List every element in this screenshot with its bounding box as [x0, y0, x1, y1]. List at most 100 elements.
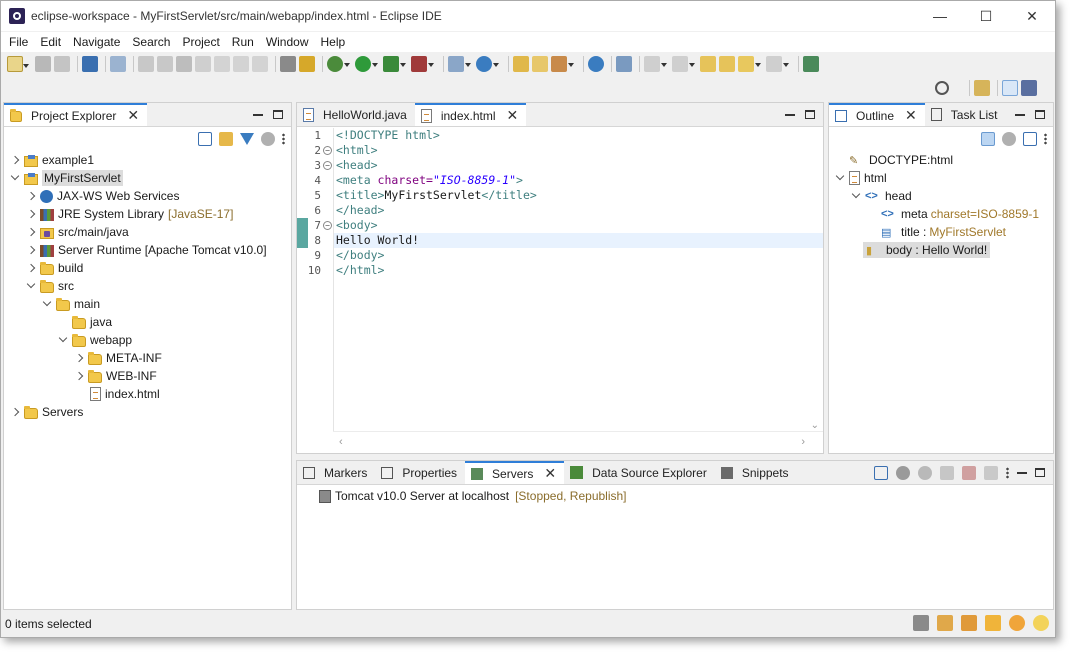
- view-menu-icon[interactable]: [1044, 133, 1047, 145]
- tab-task-list[interactable]: Task List: [925, 103, 1006, 126]
- minimize-button[interactable]: —: [917, 1, 963, 31]
- back-icon[interactable]: [719, 56, 735, 72]
- tree-item-web-inf[interactable]: WEB-INF: [4, 367, 291, 385]
- menu-help[interactable]: Help: [315, 35, 352, 49]
- outline-item-head[interactable]: <> head: [829, 187, 1053, 205]
- tree-item-myfirstservlet[interactable]: MyFirstServlet: [4, 169, 291, 187]
- maximize-button[interactable]: ☐: [963, 1, 1009, 31]
- menu-run[interactable]: Run: [226, 35, 260, 49]
- chevron-right-icon[interactable]: [10, 155, 20, 165]
- stop-server-icon[interactable]: [962, 465, 976, 480]
- collapse-all-icon[interactable]: [874, 465, 888, 480]
- new-java-project-icon[interactable]: [448, 56, 471, 72]
- code-line[interactable]: </html>: [334, 263, 823, 278]
- sync-icon[interactable]: [913, 615, 929, 631]
- lightbulb-icon[interactable]: [1033, 615, 1049, 631]
- minimize-view-button[interactable]: [785, 113, 795, 116]
- tree-item-server-runtime[interactable]: Server Runtime [Apache Tomcat v10.0]: [4, 241, 291, 259]
- menu-window[interactable]: Window: [260, 35, 315, 49]
- tree-item-jaxws[interactable]: JAX-WS Web Services: [4, 187, 291, 205]
- book-icon[interactable]: [937, 615, 953, 631]
- tab-servers[interactable]: Servers ✕: [465, 461, 565, 484]
- external-tools-icon[interactable]: [411, 56, 434, 72]
- java-perspective-icon[interactable]: [1021, 80, 1037, 96]
- tab-data-source-explorer[interactable]: Data Source Explorer: [564, 461, 715, 484]
- collapse-all-icon[interactable]: [1023, 132, 1037, 146]
- search-icon[interactable]: [935, 81, 949, 95]
- chevron-right-icon[interactable]: [26, 227, 36, 237]
- minimize-view-button[interactable]: [1017, 471, 1027, 474]
- horizontal-scrollbar[interactable]: ‹ › ⌄: [333, 420, 823, 453]
- run-icon[interactable]: [355, 56, 378, 72]
- code-line[interactable]: <html>: [334, 143, 823, 158]
- next-annotation-icon[interactable]: [644, 56, 667, 72]
- back-history-icon[interactable]: [738, 56, 761, 72]
- chevron-down-icon[interactable]: [835, 173, 845, 183]
- fold-icon[interactable]: −: [323, 161, 332, 170]
- resume-icon[interactable]: [138, 56, 154, 72]
- fold-icon[interactable]: −: [323, 221, 332, 230]
- tab-properties[interactable]: Properties: [375, 461, 465, 484]
- chevron-down-icon[interactable]: [851, 191, 861, 201]
- chevron-right-icon[interactable]: [26, 191, 36, 201]
- server-row-tomcat[interactable]: Tomcat v10.0 Server at localhost [Stoppe…: [297, 487, 1053, 505]
- outline-item-title[interactable]: ▤ title : MyFirstServlet: [829, 223, 1053, 241]
- scroll-left-icon[interactable]: ‹: [339, 436, 343, 448]
- tree-item-servers[interactable]: Servers: [4, 403, 291, 421]
- tab-markers[interactable]: Markers: [297, 461, 375, 484]
- tree-item-src[interactable]: src: [4, 277, 291, 295]
- link-with-editor-icon[interactable]: [219, 132, 233, 146]
- menu-project[interactable]: Project: [176, 35, 225, 49]
- graduation-cap-icon[interactable]: [961, 615, 977, 631]
- browser-icon[interactable]: [588, 56, 604, 72]
- debug-server-icon[interactable]: [896, 465, 910, 480]
- tree-item-webapp[interactable]: webapp: [4, 331, 291, 349]
- fold-icon[interactable]: −: [323, 146, 332, 155]
- tree-item-java[interactable]: java: [4, 313, 291, 331]
- last-edit-location-icon[interactable]: [700, 56, 716, 72]
- close-button[interactable]: ✕: [1009, 1, 1055, 31]
- debug-icon[interactable]: [327, 56, 350, 72]
- tab-index-html[interactable]: index.html ✕: [414, 103, 527, 126]
- new-class-icon[interactable]: [476, 56, 499, 72]
- tree-item-main[interactable]: main: [4, 295, 291, 313]
- outline-item-meta[interactable]: <> meta charset=ISO-8859-1: [829, 205, 1053, 223]
- filter-icon[interactable]: [240, 133, 254, 145]
- open-type-icon[interactable]: [513, 56, 529, 72]
- maximize-view-button[interactable]: [1035, 468, 1045, 477]
- code-line[interactable]: <title>MyFirstServlet</title>: [334, 188, 823, 203]
- publish-icon[interactable]: [984, 465, 998, 480]
- maximize-view-button[interactable]: [1035, 110, 1045, 119]
- suspend-icon[interactable]: [157, 56, 173, 72]
- chevron-down-icon[interactable]: [26, 281, 36, 291]
- open-perspective-icon[interactable]: [974, 80, 990, 96]
- view-menu-icon[interactable]: [282, 133, 285, 145]
- chevron-down-icon[interactable]: [10, 173, 20, 183]
- forward-icon[interactable]: [766, 56, 789, 72]
- maximize-view-button[interactable]: [805, 110, 815, 119]
- chevron-right-icon[interactable]: [74, 353, 84, 363]
- code-line[interactable]: </body>: [334, 248, 823, 263]
- tree-item-src-main-java[interactable]: src/main/java: [4, 223, 291, 241]
- wand-icon[interactable]: [985, 615, 1001, 631]
- toggle-word-wrap-icon[interactable]: [280, 56, 296, 72]
- close-icon[interactable]: ✕: [127, 107, 139, 124]
- scroll-right-icon[interactable]: ›: [801, 436, 805, 448]
- outline-item-html[interactable]: html: [829, 169, 1053, 187]
- tree-item-example1[interactable]: example1: [4, 151, 291, 169]
- chevron-right-icon[interactable]: [10, 407, 20, 417]
- toggle-mark-occurrences-icon[interactable]: [616, 56, 632, 72]
- tab-outline[interactable]: Outline ✕: [829, 103, 925, 126]
- step-into-icon[interactable]: [214, 56, 230, 72]
- tree-item-index-html[interactable]: index.html: [4, 385, 291, 403]
- code-line[interactable]: </head>: [334, 203, 823, 218]
- toggle-block-selection-icon[interactable]: [299, 56, 315, 72]
- chevron-down-icon[interactable]: [42, 299, 52, 309]
- chevron-right-icon[interactable]: [26, 209, 36, 219]
- save-icon[interactable]: [35, 56, 51, 72]
- maximize-view-button[interactable]: [273, 110, 283, 119]
- previous-annotation-icon[interactable]: [672, 56, 695, 72]
- chevron-right-icon[interactable]: [26, 245, 36, 255]
- terminal-icon[interactable]: [82, 56, 98, 72]
- run-server-icon[interactable]: [383, 56, 406, 72]
